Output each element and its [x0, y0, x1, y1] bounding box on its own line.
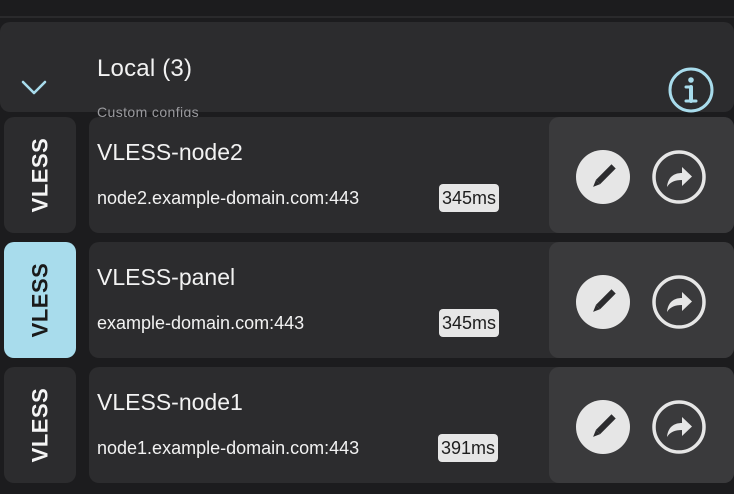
config-row: VLESS VLESS-node1 node1.example-domain.c…	[0, 367, 734, 485]
pencil-icon[interactable]	[575, 399, 631, 455]
share-arrow-icon[interactable]	[651, 274, 707, 330]
config-actions	[549, 117, 734, 233]
config-row: VLESS VLESS-panel example-domain.com:443…	[0, 242, 734, 360]
config-address: example-domain.com:443	[97, 313, 305, 333]
config-row: VLESS VLESS-node2 node2.example-domain.c…	[0, 117, 734, 235]
chevron-down-icon[interactable]	[18, 74, 50, 102]
config-actions	[549, 242, 734, 358]
info-icon[interactable]	[667, 66, 715, 114]
latency-badge: 345ms	[439, 309, 500, 337]
top-divider	[0, 0, 734, 18]
protocol-tab[interactable]: VLESS	[4, 117, 76, 233]
protocol-tab-selected[interactable]: VLESS	[4, 242, 76, 358]
share-arrow-icon[interactable]	[651, 399, 707, 455]
pencil-icon[interactable]	[575, 274, 631, 330]
config-actions	[549, 367, 734, 483]
config-group-header[interactable]: Local (3) Custom configs	[0, 22, 734, 120]
protocol-tab[interactable]: VLESS	[4, 367, 76, 483]
latency-badge: 345ms	[439, 184, 500, 212]
config-name: VLESS-panel	[97, 264, 236, 290]
group-title: Local (3)	[97, 55, 193, 82]
protocol-label: VLESS	[27, 262, 53, 338]
share-arrow-icon[interactable]	[651, 149, 707, 205]
latency-badge: 391ms	[438, 434, 499, 462]
protocol-label: VLESS	[27, 137, 53, 213]
config-address: node2.example-domain.com:443	[97, 188, 360, 208]
protocol-label: VLESS	[27, 387, 53, 463]
pencil-icon[interactable]	[575, 149, 631, 205]
config-name: VLESS-node2	[97, 139, 243, 165]
config-name: VLESS-node1	[97, 389, 243, 415]
config-address: node1.example-domain.com:443	[97, 438, 360, 458]
